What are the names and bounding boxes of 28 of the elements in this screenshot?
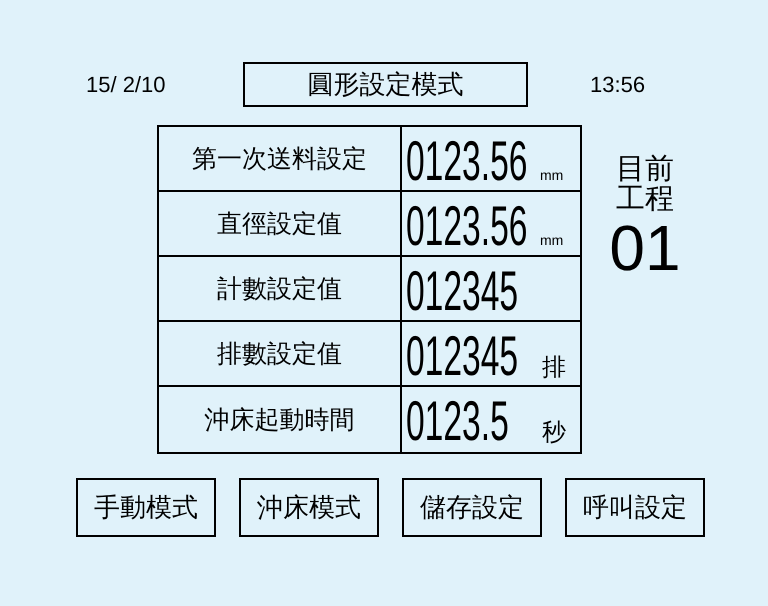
setting-label: 第一次送料設定 — [159, 127, 402, 192]
unit-text: 秒 — [542, 417, 566, 448]
process-number: 01 — [609, 216, 681, 280]
value-field[interactable]: 012345 排 — [402, 322, 582, 387]
unit-text: mm — [540, 167, 564, 183]
value-field[interactable]: 0123.56 mm — [402, 127, 582, 192]
unit-text: mm — [540, 232, 564, 248]
mode-button[interactable]: 手動模式 — [76, 478, 216, 537]
setting-value: 0123.5 — [406, 393, 509, 449]
setting-value: 012345 — [406, 328, 518, 384]
value-field[interactable]: 0123.56 mm — [402, 192, 582, 257]
mode-button[interactable]: 呼叫設定 — [565, 478, 705, 537]
mode-button[interactable]: 沖床模式 — [239, 478, 379, 537]
setting-label: 沖床起動時間 — [159, 387, 402, 452]
setting-value: 012345 — [406, 263, 518, 319]
setting-label: 排數設定值 — [159, 322, 402, 387]
unit-text: 排 — [542, 352, 566, 383]
mode-button[interactable]: 儲存設定 — [402, 478, 542, 537]
value-field[interactable]: 0123.5 秒 — [402, 387, 582, 452]
value-field[interactable]: 012345 — [402, 257, 582, 322]
process-label: 目前工程 — [616, 153, 674, 214]
mode-title: 圓形設定模式 — [243, 62, 528, 107]
setting-value: 0123.56 — [406, 133, 528, 189]
time-text: 13:56 — [590, 72, 646, 98]
date-text: 15/ 2/10 — [86, 72, 167, 98]
setting-label: 直徑設定值 — [159, 192, 402, 257]
setting-label: 計數設定值 — [159, 257, 402, 322]
setting-value: 0123.56 — [406, 198, 528, 254]
